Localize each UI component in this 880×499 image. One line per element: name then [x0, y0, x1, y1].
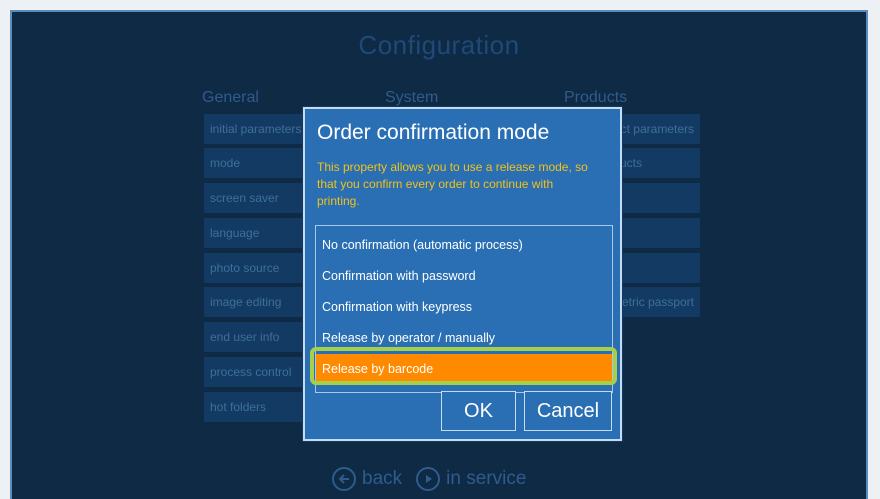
- dialog-title: Order confirmation mode: [317, 121, 550, 144]
- selection-highlight-ring: [310, 347, 617, 385]
- configuration-screen: Configuration General System Products in…: [10, 10, 868, 499]
- cancel-button[interactable]: Cancel: [524, 391, 612, 431]
- page-title: Configuration: [358, 30, 520, 60]
- order-confirmation-dialog: Order confirmation mode This property al…: [303, 107, 622, 441]
- column-header-general: General: [202, 89, 259, 106]
- option-release-manually[interactable]: Release by operator / manually: [322, 331, 495, 345]
- dialog-description: This property allows you to use a releas…: [317, 160, 588, 208]
- back-arrow-icon[interactable]: [332, 467, 356, 491]
- option-confirmation-password[interactable]: Confirmation with password: [322, 269, 476, 283]
- option-no-confirmation[interactable]: No confirmation (automatic process): [322, 238, 523, 252]
- ok-button[interactable]: OK: [441, 391, 516, 431]
- play-icon[interactable]: [416, 467, 441, 491]
- column-header-system: System: [385, 89, 439, 106]
- column-header-products: Products: [564, 89, 628, 106]
- in-service-label[interactable]: in service: [446, 468, 526, 490]
- back-label[interactable]: back: [362, 468, 402, 490]
- footer-nav: back in service: [332, 467, 526, 491]
- option-confirmation-keypress[interactable]: Confirmation with keypress: [322, 300, 472, 314]
